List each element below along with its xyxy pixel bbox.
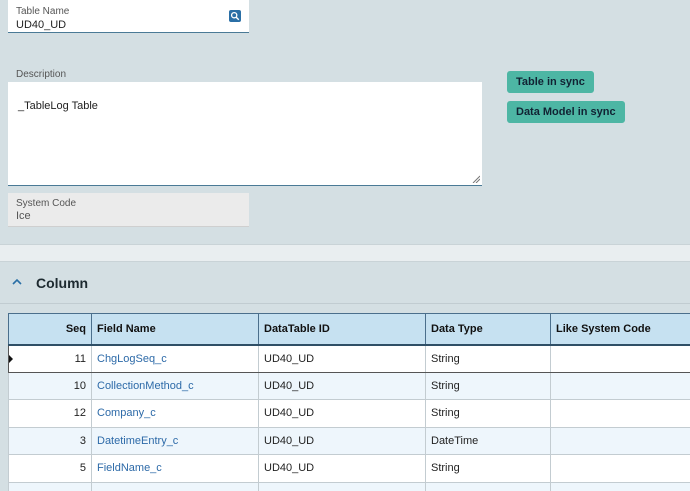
cell-like-system-code (550, 399, 690, 428)
header-data-type[interactable]: Data Type (425, 313, 551, 346)
data-model-sync-badge: Data Model in sync (507, 101, 625, 123)
cell-seq: 10 (8, 371, 92, 400)
cell-data-type: String (425, 344, 551, 373)
cell-datatable-id: UD40_UD (258, 344, 426, 373)
cell-seq: 3 (8, 426, 92, 455)
cell-field-name[interactable]: ChgLogSeq_c (91, 344, 259, 373)
cell-data-type: String (425, 399, 551, 428)
description-label: Description (16, 69, 67, 80)
column-grid: Seq Field Name DataTable ID Data Type Li… (8, 313, 690, 491)
cell-like-system-code (550, 454, 690, 483)
cell-field-name[interactable]: FieldName_c (91, 454, 259, 483)
resize-handle-icon[interactable] (472, 175, 480, 183)
cell-datatable-id: UD40_UD (258, 426, 426, 455)
column-section-title: Column (36, 275, 89, 291)
table-row[interactable]: 3 DatetimeEntry_c UD40_UD DateTime (8, 426, 690, 455)
cell-data-type: String (425, 371, 551, 400)
cell-data-type: DateTime (425, 426, 551, 455)
cell-like-system-code (550, 426, 690, 455)
cell-field-name[interactable] (91, 481, 259, 491)
cell-seq: 11 (8, 344, 92, 373)
table-row[interactable]: 5 FieldName_c UD40_UD String (8, 454, 690, 483)
current-row-icon (9, 354, 13, 363)
cell-data-type (425, 481, 551, 491)
header-datatable-id[interactable]: DataTable ID (258, 313, 426, 346)
table-name-input[interactable]: UD40_UD (16, 19, 241, 31)
cell-like-system-code (550, 371, 690, 400)
grid-header-row: Seq Field Name DataTable ID Data Type Li… (8, 313, 690, 346)
cell-like-system-code (550, 481, 690, 491)
search-icon[interactable] (229, 10, 241, 22)
cell-field-name[interactable]: CollectionMethod_c (91, 371, 259, 400)
description-value: _TableLog Table (18, 100, 98, 112)
section-divider (0, 244, 690, 262)
cell-seq: 12 (8, 399, 92, 428)
cell-field-name[interactable]: Company_c (91, 399, 259, 428)
system-code-field: System Code Ice (8, 193, 249, 227)
cell-datatable-id: UD40_UD (258, 399, 426, 428)
cell-datatable-id (258, 481, 426, 491)
system-code-label: System Code (16, 198, 77, 209)
header-seq[interactable]: Seq (8, 313, 92, 346)
cell-data-type: String (425, 454, 551, 483)
table-name-field[interactable]: Table Name UD40_UD (8, 0, 249, 33)
cell-seq (8, 481, 92, 491)
table-row[interactable]: 12 Company_c UD40_UD String (8, 399, 690, 428)
column-section-header[interactable]: Column (0, 262, 690, 304)
cell-field-name[interactable]: DatetimeEntry_c (91, 426, 259, 455)
system-code-value: Ice (16, 210, 31, 222)
table-name-label: Table Name (16, 6, 70, 17)
table-row[interactable] (8, 481, 690, 491)
header-field-name[interactable]: Field Name (91, 313, 259, 346)
description-textarea[interactable]: _TableLog Table (8, 82, 482, 186)
table-sync-badge: Table in sync (507, 71, 594, 93)
table-row[interactable]: 11 ChgLogSeq_c UD40_UD String (8, 344, 690, 373)
cell-like-system-code (550, 344, 690, 373)
chevron-up-icon[interactable] (10, 275, 24, 289)
cell-seq: 5 (8, 454, 92, 483)
header-like-system-code[interactable]: Like System Code (550, 313, 690, 346)
table-row[interactable]: 10 CollectionMethod_c UD40_UD String (8, 371, 690, 400)
cell-datatable-id: UD40_UD (258, 454, 426, 483)
cell-datatable-id: UD40_UD (258, 371, 426, 400)
